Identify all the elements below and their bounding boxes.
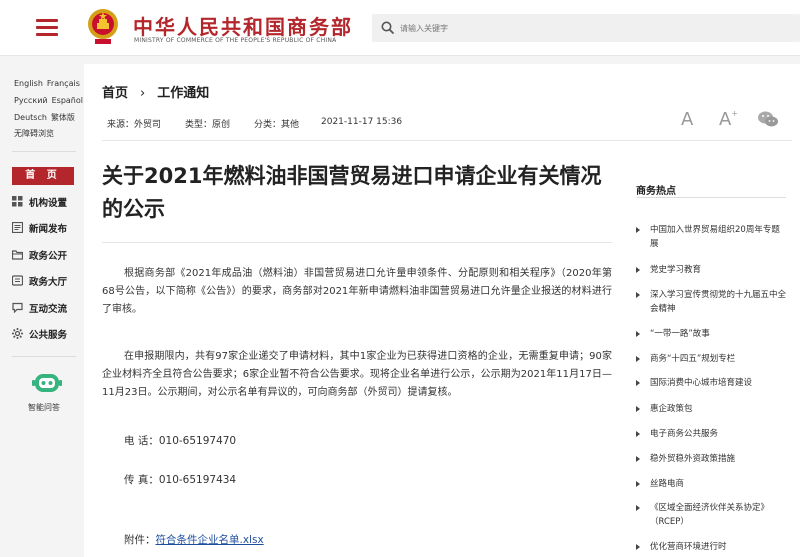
nav-item-label: 互动交流 [29, 304, 68, 315]
org-grid-icon [12, 196, 23, 207]
language-row: English Français [14, 79, 84, 88]
article-paragraph-2: 在申报期限内，共有97家企业递交了申请材料，其中1家企业为已获得进口资格的企业，… [102, 351, 612, 398]
newspaper-icon [12, 222, 23, 233]
contact-phone: 电 话：010-65197470 [124, 435, 237, 447]
nav-home[interactable]: 首 页 [12, 167, 74, 185]
hot-item[interactable]: 中国加入世界贸易组织20周年专题展 [636, 223, 786, 251]
language-row: 无障碍浏览 [14, 128, 84, 139]
font-decrease-button[interactable]: A [681, 109, 693, 130]
meta-source: 来源：外贸司 [107, 120, 162, 130]
accessibility-link[interactable]: 无障碍浏览 [14, 129, 54, 138]
divider [12, 356, 76, 357]
hot-topics-title: 商务热点 [636, 186, 676, 197]
nav-item-news[interactable]: 新闻发布 [12, 220, 82, 236]
hot-item[interactable]: 商务“十四五”规划专栏 [636, 352, 786, 366]
lang-french[interactable]: Français [47, 79, 80, 88]
breadcrumb-separator: › [140, 86, 146, 101]
search-box [372, 14, 800, 42]
assistant-label[interactable]: 智能问答 [28, 402, 60, 413]
hot-item[interactable]: 深入学习宣传贯彻党的十九届五中全会精神 [636, 288, 786, 316]
site-header: 中华人民共和国商务部 MINISTRY OF COMMERCE OF THE P… [0, 0, 800, 56]
nav-item-service[interactable]: 公共服务 [12, 326, 82, 342]
wechat-share-icon[interactable] [757, 110, 779, 128]
article-title: 关于2021年燃料油非国营贸易进口申请企业有关情况的公示 [102, 164, 602, 221]
lang-english[interactable]: English [14, 79, 43, 88]
hot-item[interactable]: 国际消费中心城市培育建设 [636, 376, 786, 390]
hot-item[interactable]: 党史学习教育 [636, 263, 786, 277]
hot-item[interactable]: 丝路电商 [636, 477, 786, 491]
hot-item[interactable]: 《区域全面经济伙伴关系协定》（RCEP） [636, 501, 786, 529]
folder-icon [12, 250, 23, 260]
menu-icon[interactable] [36, 19, 58, 37]
chat-icon [12, 302, 23, 313]
attachment-row: 附件：符合条件企业名单.xlsx [124, 532, 264, 547]
font-increase-button[interactable]: A+ [719, 109, 738, 130]
language-row: Deutsch 繁体版 [14, 112, 84, 123]
divider [636, 197, 786, 198]
site-title: 中华人民共和国商务部 [133, 15, 353, 39]
nav-item-org[interactable]: 机构设置 [12, 194, 82, 210]
search-input[interactable] [400, 18, 780, 38]
nav-item-label: 政务公开 [29, 251, 68, 262]
hall-icon [12, 275, 23, 286]
language-row: Русский Español [14, 96, 84, 105]
nav-item-label: 新闻发布 [29, 224, 68, 235]
nav-item-label: 机构设置 [29, 198, 68, 209]
font-increase-label: A [719, 109, 732, 130]
hot-item[interactable]: 稳外贸稳外资政策措施 [636, 452, 786, 466]
contact-fax: 传 真：010-65197434 [124, 474, 237, 486]
lang-russian[interactable]: Русский [14, 96, 48, 105]
gear-icon [12, 328, 23, 339]
attachment-link[interactable]: 符合条件企业名单.xlsx [156, 534, 264, 546]
meta-category: 分类：其他 [254, 120, 300, 130]
breadcrumb-home[interactable]: 首页 [102, 86, 128, 101]
national-emblem-icon [88, 9, 118, 44]
hot-item[interactable]: 惠企政策包 [636, 402, 786, 416]
nav-item-interact[interactable]: 互动交流 [12, 300, 82, 316]
hot-item[interactable]: “一带一路”故事 [636, 327, 786, 341]
breadcrumb-current[interactable]: 工作通知 [157, 86, 209, 101]
lang-traditional[interactable]: 繁体版 [51, 113, 75, 122]
nav-item-label: 政务大厅 [29, 277, 68, 288]
divider [12, 151, 76, 152]
nav-item-public[interactable]: 政务公开 [12, 247, 82, 263]
divider [102, 242, 612, 243]
meta-datetime: 2021-11-17 15:36 [321, 117, 403, 127]
hot-item[interactable]: 电子商务公共服务 [636, 427, 786, 441]
meta-type: 类型：原创 [185, 120, 231, 130]
nav-item-hall[interactable]: 政务大厅 [12, 273, 82, 289]
site-subtitle: MINISTRY OF COMMERCE OF THE PEOPLE'S REP… [134, 37, 337, 44]
hot-item[interactable]: 优化营商环境进行时 [636, 540, 786, 554]
lang-spanish[interactable]: Español [52, 96, 83, 105]
robot-assistant-icon[interactable] [32, 371, 62, 395]
font-increase-plus: + [731, 109, 739, 118]
lang-german[interactable]: Deutsch [14, 113, 47, 122]
divider [102, 140, 792, 141]
search-icon[interactable] [380, 20, 396, 36]
attachment-label: 附件： [124, 534, 156, 546]
nav-item-label: 公共服务 [29, 330, 68, 341]
breadcrumb: 首页 › 工作通知 [102, 82, 209, 101]
article-paragraph-1: 根据商务部《2021年成品油（燃料油）非国营贸易进口允许量申领条件、分配原则和相… [102, 268, 612, 315]
